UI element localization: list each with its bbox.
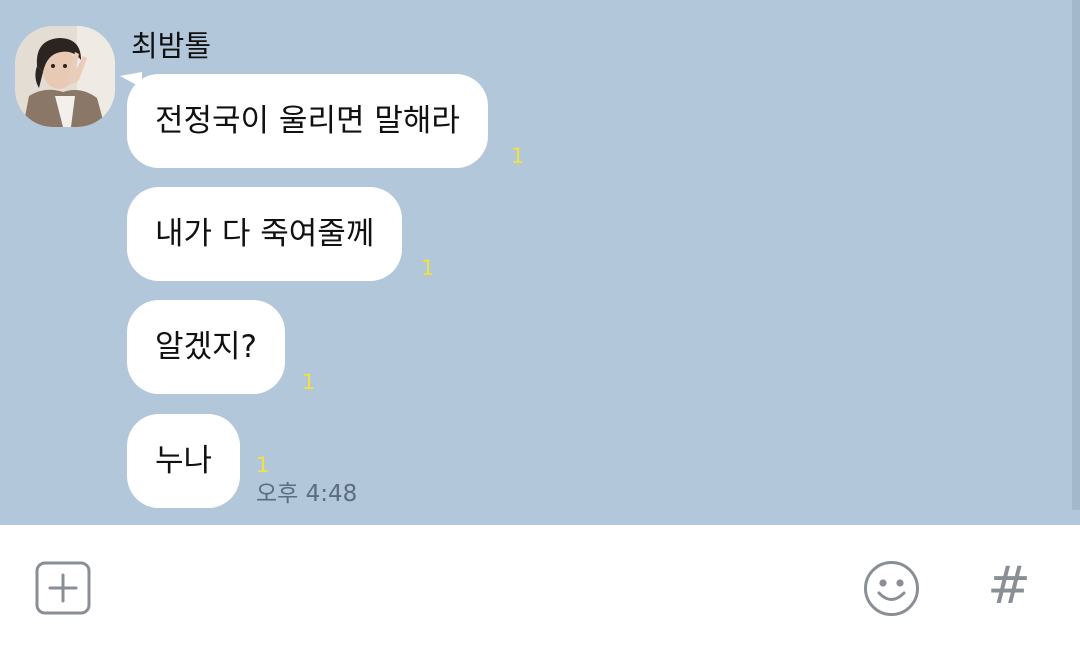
message-bubble[interactable]: 알겠지? — [127, 300, 286, 394]
message-bubble[interactable]: 내가 다 죽여줄께 — [127, 187, 403, 281]
message-bubble[interactable]: 누나 — [127, 414, 241, 508]
avatar-photo — [15, 26, 115, 127]
sender-avatar[interactable] — [15, 26, 115, 127]
scrollbar[interactable] — [1072, 0, 1080, 510]
message-bubble[interactable]: 전정국이 울리면 말해라 — [127, 74, 488, 168]
unread-count: 1 — [511, 144, 525, 168]
message-timestamp: 오후 4:48 — [256, 481, 358, 507]
message-text: 전정국이 울리면 말해라 — [155, 103, 460, 139]
unread-count: 1 — [302, 370, 316, 394]
unread-count: 1 — [421, 256, 435, 280]
sender-name: 최밤톨 — [131, 29, 212, 63]
chat-messages-area[interactable]: 최밤톨 전정국이 울리면 말해라 1 내가 다 죽여줄께 1 알겠지? 1 누나… — [0, 0, 1080, 525]
message-input-bar: # — [0, 525, 1080, 651]
hashtag-icon[interactable]: # — [985, 557, 1033, 615]
plus-square-icon[interactable] — [35, 561, 91, 615]
message-text: 알겠지? — [155, 329, 258, 365]
smiley-icon[interactable] — [863, 560, 920, 617]
message-text: 누나 — [155, 443, 213, 479]
message-text: 내가 다 죽여줄께 — [155, 216, 375, 252]
unread-count: 1 — [256, 453, 270, 477]
chat-screen: 최밤톨 전정국이 울리면 말해라 1 내가 다 죽여줄께 1 알겠지? 1 누나… — [0, 0, 1080, 651]
